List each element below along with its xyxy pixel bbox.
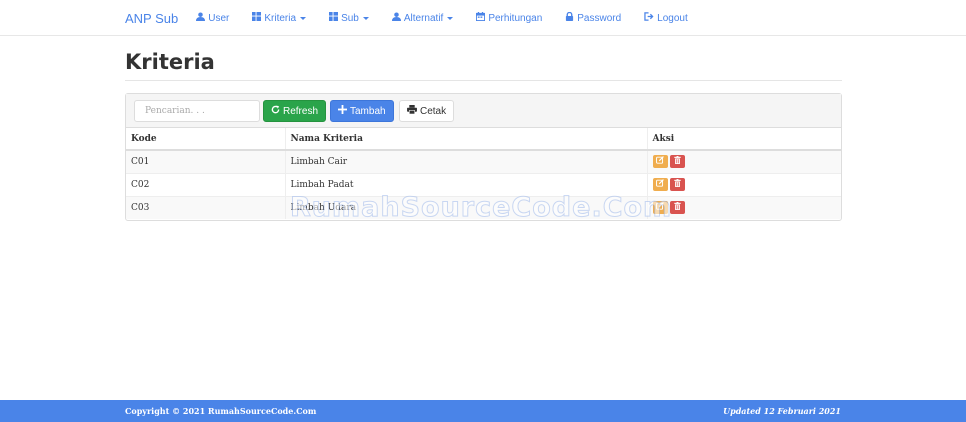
refresh-label: Refresh bbox=[283, 105, 319, 117]
nav-item-password[interactable]: Password bbox=[565, 11, 622, 24]
panel-toolbar: Refresh Tambah Cetak bbox=[126, 94, 841, 128]
chevron-down-icon bbox=[362, 16, 369, 20]
brand-link[interactable]: ANP Sub bbox=[125, 11, 178, 26]
user-icon bbox=[196, 12, 206, 24]
refresh-icon bbox=[271, 105, 280, 117]
add-label: Tambah bbox=[350, 105, 386, 117]
top-navbar: ANP Sub User Kriteria Sub Alternatif Per… bbox=[0, 0, 966, 36]
cell-kode: C01 bbox=[126, 149, 285, 173]
delete-button[interactable] bbox=[669, 201, 685, 215]
navbar-inner: ANP Sub User Kriteria Sub Alternatif Per… bbox=[125, 0, 711, 36]
nav-item-label: Kriteria bbox=[264, 12, 297, 24]
add-button[interactable]: Tambah bbox=[330, 100, 394, 122]
delete-button[interactable] bbox=[669, 178, 685, 191]
column-header-nama: Nama Kriteria bbox=[284, 128, 647, 151]
edit-button[interactable] bbox=[652, 178, 668, 191]
cell-nama: Limbah Cair bbox=[284, 149, 647, 173]
cell-kode: C02 bbox=[126, 172, 285, 196]
trash-icon bbox=[673, 156, 681, 167]
table-row: C01 Limbah Cair bbox=[126, 149, 841, 173]
kriteria-panel: Refresh Tambah Cetak Kode Nama Kriteria … bbox=[125, 93, 842, 221]
nav-item-sub[interactable]: Sub bbox=[329, 12, 369, 24]
table-row: C02 Limbah Padat bbox=[126, 172, 841, 196]
kriteria-table: Kode Nama Kriteria Aksi C01 Limbah Cair … bbox=[126, 128, 841, 219]
cell-aksi bbox=[646, 149, 841, 173]
nav-item-alternatif[interactable]: Alternatif bbox=[391, 12, 454, 24]
nav-item-perhitungan[interactable]: Perhitungan bbox=[476, 12, 542, 24]
print-label: Cetak bbox=[420, 105, 447, 117]
nav-item-user[interactable]: User bbox=[196, 12, 229, 24]
edit-button[interactable] bbox=[652, 155, 668, 169]
nav-item-label: Perhitungan bbox=[488, 12, 543, 24]
logout-icon bbox=[644, 12, 654, 24]
search-input[interactable] bbox=[134, 100, 260, 122]
column-header-aksi: Aksi bbox=[646, 128, 841, 151]
page-title: Kriteria bbox=[125, 50, 215, 74]
chevron-down-icon bbox=[300, 16, 307, 20]
chevron-down-icon bbox=[447, 16, 454, 20]
cell-nama: Limbah Padat bbox=[284, 172, 647, 196]
nav-item-label: Password bbox=[577, 12, 622, 24]
trash-icon bbox=[673, 202, 681, 213]
table-header-row: Kode Nama Kriteria Aksi bbox=[126, 128, 841, 151]
nav-item-label: User bbox=[208, 12, 230, 24]
user-icon bbox=[391, 12, 401, 24]
cell-aksi bbox=[646, 195, 841, 219]
calendar-icon bbox=[476, 12, 486, 24]
cell-nama: Limbah Udara bbox=[284, 195, 647, 219]
grid-icon bbox=[329, 12, 339, 24]
cell-kode: C03 bbox=[126, 195, 285, 219]
cell-aksi bbox=[646, 172, 841, 196]
refresh-button[interactable]: Refresh bbox=[263, 100, 327, 122]
trash-icon bbox=[673, 179, 681, 190]
column-header-kode: Kode bbox=[126, 128, 285, 151]
edit-icon bbox=[656, 179, 664, 190]
edit-button[interactable] bbox=[652, 201, 668, 215]
footer-updated: Updated 12 Februari 2021 bbox=[723, 406, 841, 416]
footer-copyright: Copyright © 2021 RumahSourceCode.Com bbox=[125, 406, 317, 416]
nav-item-label: Logout bbox=[657, 12, 688, 24]
edit-icon bbox=[656, 156, 664, 167]
table-row: C03 Limbah Udara bbox=[126, 195, 841, 219]
print-button[interactable]: Cetak bbox=[399, 100, 455, 122]
nav-item-kriteria[interactable]: Kriteria bbox=[252, 12, 307, 24]
plus-icon bbox=[338, 105, 347, 117]
footer: Copyright © 2021 RumahSourceCode.Com Upd… bbox=[0, 400, 966, 422]
lock-icon bbox=[565, 11, 574, 24]
nav-item-logout[interactable]: Logout bbox=[644, 12, 688, 24]
print-icon bbox=[407, 105, 417, 117]
nav-item-label: Sub bbox=[341, 12, 359, 24]
grid-icon bbox=[252, 12, 262, 24]
edit-icon bbox=[656, 202, 664, 213]
nav-item-label: Alternatif bbox=[403, 12, 444, 24]
title-divider bbox=[125, 80, 842, 81]
delete-button[interactable] bbox=[669, 155, 685, 169]
